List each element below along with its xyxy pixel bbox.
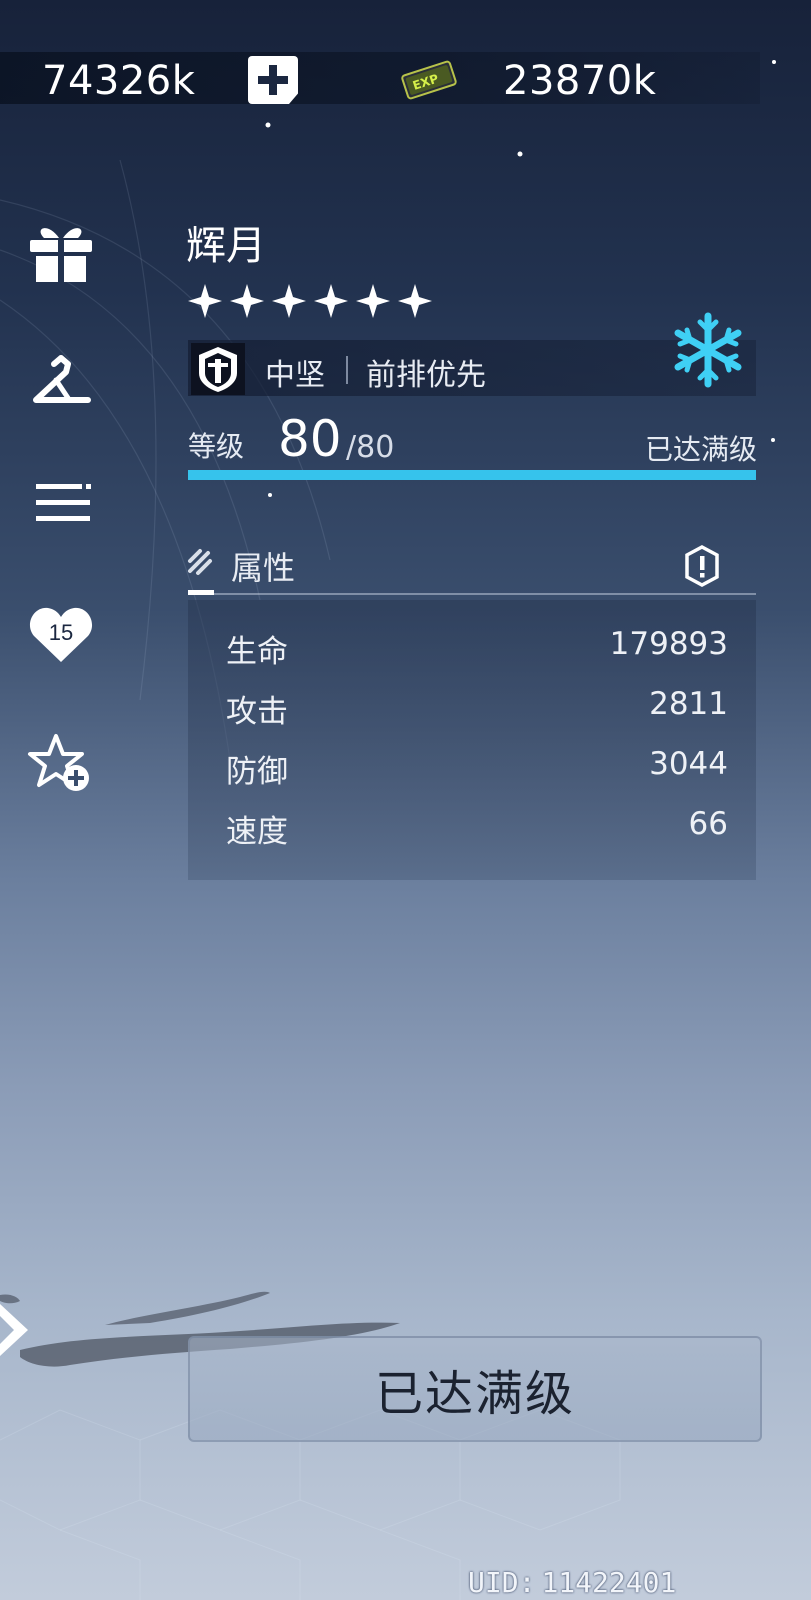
- attribute-label: 速度: [226, 814, 288, 850]
- attribute-label: 生命: [226, 634, 288, 670]
- exp-ticket-icon: EXP: [401, 60, 457, 100]
- info-icon[interactable]: [681, 545, 723, 587]
- attribute-value: 66: [688, 806, 728, 842]
- class-separator: [346, 356, 348, 384]
- star-icon: [314, 284, 348, 318]
- currency-amount-exp: 23870k: [503, 58, 657, 104]
- position-preference: 前排优先: [366, 358, 486, 393]
- vanguard-class-icon: [191, 343, 245, 395]
- gift-icon[interactable]: [26, 218, 96, 288]
- max-level-button[interactable]: 已达满级: [188, 1336, 762, 1442]
- attribute-title: 属性: [231, 549, 296, 587]
- star-icon: [188, 284, 222, 318]
- affection-level: 15: [49, 620, 73, 645]
- attribute-value: 179893: [609, 626, 728, 662]
- attribute-value: 3044: [649, 746, 728, 782]
- level-max: /80: [346, 430, 395, 465]
- attribute-tab-icon: [188, 549, 212, 575]
- star-rating: [186, 282, 434, 320]
- star-plus-icon[interactable]: [26, 730, 96, 800]
- currency-amount-primary: 74326k: [42, 58, 196, 104]
- attribute-tab-indicator: [188, 590, 214, 595]
- level-progress-fill: [188, 470, 756, 480]
- uid-value: 11422401: [541, 1566, 677, 1599]
- menu-lines-icon[interactable]: [26, 468, 96, 538]
- level-status: 已达满级: [644, 433, 757, 466]
- add-currency-button[interactable]: [248, 56, 298, 104]
- heart-level-icon[interactable]: 15: [26, 600, 96, 670]
- hanger-icon[interactable]: [26, 350, 96, 420]
- level-progress-bar: [188, 470, 756, 480]
- uid-label: UID:: [468, 1566, 536, 1599]
- side-arrow-icon[interactable]: [0, 1300, 32, 1360]
- attribute-row-attack: 攻击 2811: [226, 686, 728, 730]
- attribute-label: 防御: [226, 754, 288, 790]
- attribute-value: 2811: [649, 686, 728, 722]
- class-name: 中坚: [265, 358, 325, 393]
- level-label: 等级: [188, 430, 245, 463]
- character-name: 辉月: [186, 223, 266, 269]
- attribute-row-hp: 生命 179893: [226, 626, 728, 670]
- attribute-divider: [188, 593, 756, 595]
- snowflake-icon: [674, 312, 742, 388]
- attribute-row-speed: 速度 66: [226, 806, 728, 850]
- uid-display: UID: 11422401: [468, 1566, 676, 1599]
- star-icon: [356, 284, 390, 318]
- attribute-label: 攻击: [226, 694, 288, 730]
- attribute-row-defense: 防御 3044: [226, 746, 728, 790]
- star-icon: [272, 284, 306, 318]
- star-icon: [398, 284, 432, 318]
- level-current: 80: [278, 410, 342, 468]
- star-icon: [230, 284, 264, 318]
